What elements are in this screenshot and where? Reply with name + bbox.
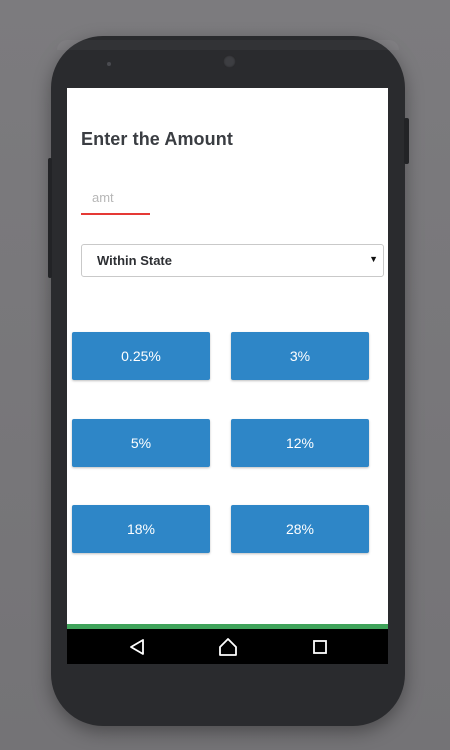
home-icon[interactable] <box>216 635 240 659</box>
rate-button-28[interactable]: 28% <box>231 505 369 553</box>
amount-input[interactable] <box>81 181 150 215</box>
page-title: Enter the Amount <box>81 129 233 149</box>
camera-icon <box>223 55 236 68</box>
dropdown-arrow-icon: ▼ <box>369 254 378 264</box>
rate-button-5[interactable]: 5% <box>72 419 210 467</box>
proximity-sensor <box>107 62 111 66</box>
phone-screen: Enter the Amount Within State ▼ 0.25% 3%… <box>67 88 388 664</box>
rate-button-0-25[interactable]: 0.25% <box>72 332 210 380</box>
rate-button-18[interactable]: 18% <box>72 505 210 553</box>
region-select[interactable]: Within State ▼ <box>81 244 384 277</box>
volume-button <box>48 158 52 278</box>
rate-button-3[interactable]: 3% <box>231 332 369 380</box>
back-icon[interactable] <box>125 635 149 659</box>
recents-icon[interactable] <box>308 635 332 659</box>
phone-frame: Enter the Amount Within State ▼ 0.25% 3%… <box>48 36 409 726</box>
app-content: Enter the Amount Within State ▼ 0.25% 3%… <box>67 88 388 624</box>
rate-button-12[interactable]: 12% <box>231 419 369 467</box>
region-select-value: Within State <box>97 253 172 268</box>
screenshot-background: Enter the Amount Within State ▼ 0.25% 3%… <box>0 0 450 750</box>
power-button <box>404 118 409 164</box>
android-nav-bar <box>67 629 388 664</box>
